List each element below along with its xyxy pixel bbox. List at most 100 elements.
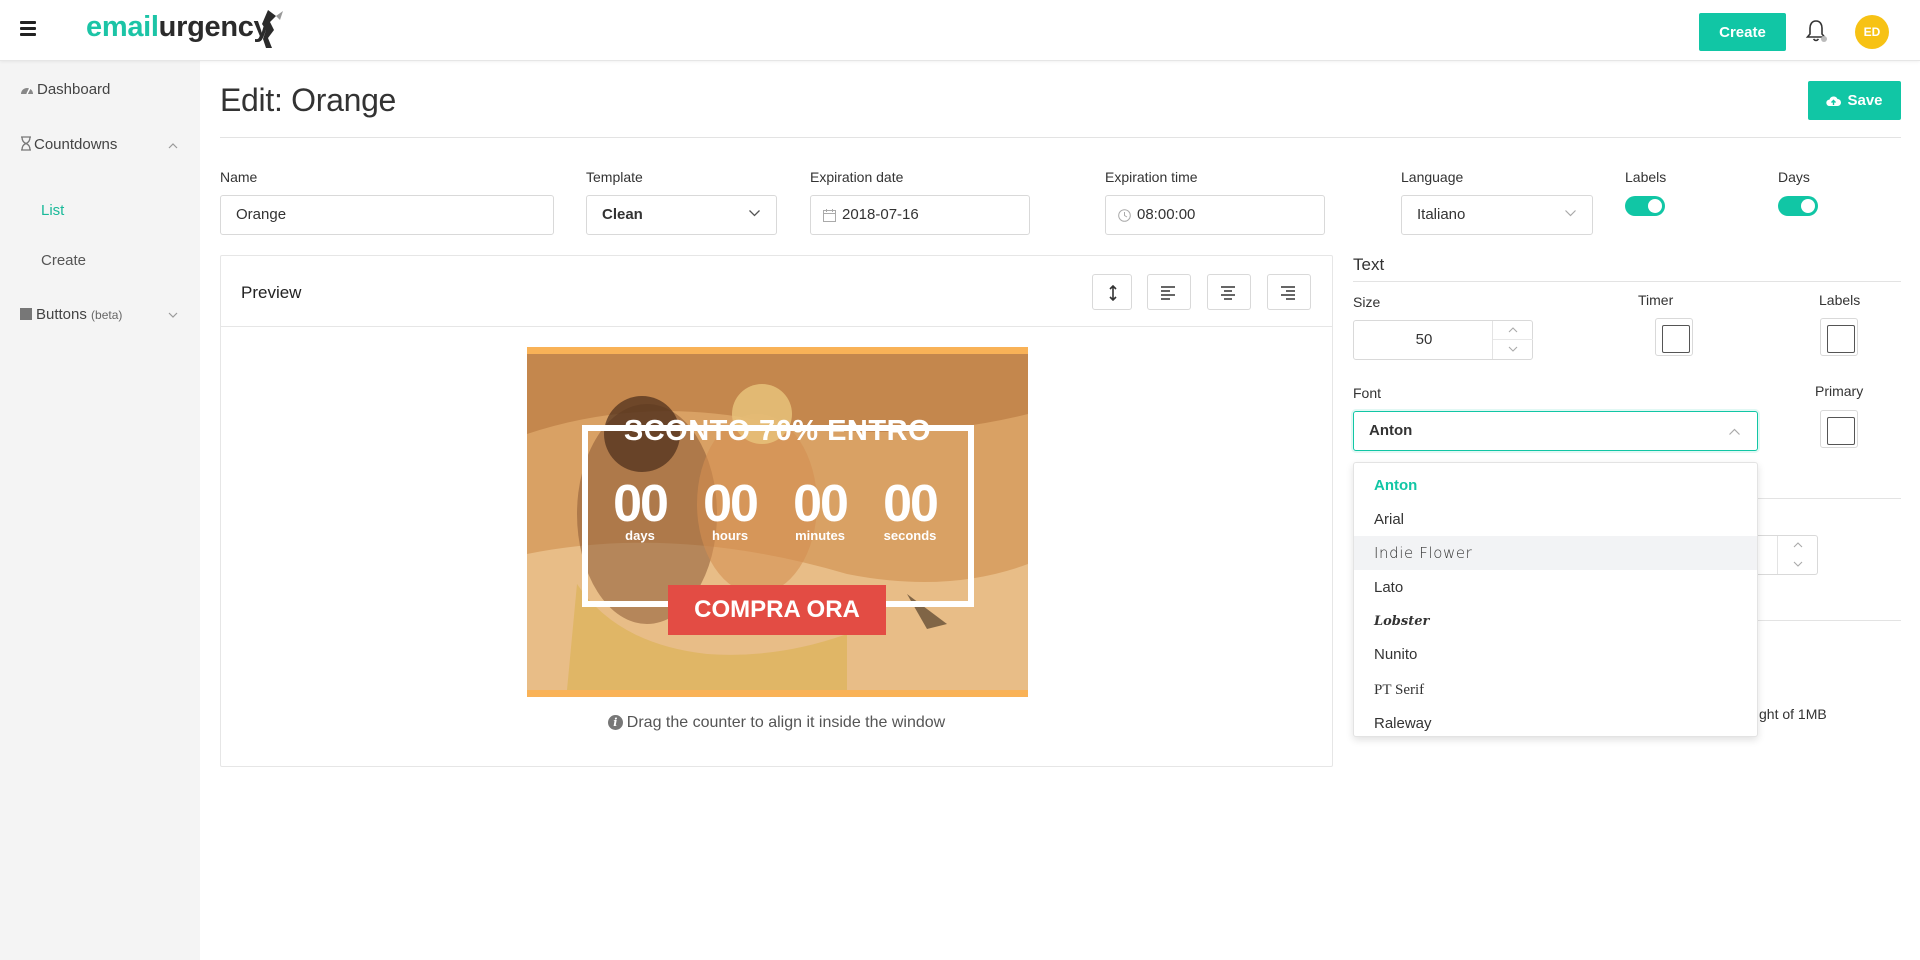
language-value: Italiano [1417, 206, 1466, 223]
sidebar-item-buttons-label: Buttons [36, 306, 87, 323]
align-center-button[interactable] [1207, 274, 1251, 310]
calendar-icon [823, 209, 836, 222]
font-select[interactable]: Anton [1353, 411, 1758, 451]
sidebar-item-dashboard[interactable]: Dashboard [20, 81, 110, 98]
dashboard-icon [21, 87, 33, 95]
days-toggle[interactable] [1778, 196, 1818, 216]
align-center-icon [1221, 286, 1235, 300]
preview-panel: Preview SCONTO 70% ENTRO 00 days 00 hour… [220, 255, 1333, 767]
expiration-date-input[interactable]: 2018-07-16 [810, 195, 1030, 235]
preview-header: Preview [221, 256, 1332, 327]
labels-toggle[interactable] [1625, 196, 1665, 216]
font-option-lato[interactable]: Lato [1354, 571, 1757, 605]
counter-days-value: 00 [613, 475, 669, 533]
font-option-pt-serif[interactable]: PT Serif [1354, 673, 1757, 707]
labels-color-label: Labels [1819, 292, 1861, 308]
upload-size-hint: ght of 1MB [1759, 706, 1827, 722]
template-label: Template [586, 169, 643, 185]
preview-title: Preview [241, 283, 302, 302]
template-value: Clean [602, 206, 643, 223]
align-right-icon [1281, 286, 1295, 300]
vertical-align-button[interactable] [1092, 274, 1132, 310]
sidebar-item-list[interactable]: List [41, 202, 64, 219]
logo-runner-icon [262, 10, 283, 48]
name-label: Name [220, 169, 258, 185]
logo-part-1: email [86, 11, 159, 43]
font-label: Font [1353, 385, 1382, 401]
align-left-button[interactable] [1147, 274, 1191, 310]
timer-color-label: Timer [1638, 292, 1674, 308]
sidebar: Dashboard Countdowns List Create Buttons… [0, 61, 200, 960]
labels-color-swatch[interactable] [1820, 318, 1858, 356]
counter-minutes-value: 00 [793, 475, 849, 533]
drag-hint: i Drag the counter to align it inside the… [221, 714, 1332, 732]
chevron-down-icon [1565, 210, 1576, 217]
promo-headline: SCONTO 70% ENTRO [623, 415, 932, 447]
font-select-value: Anton [1369, 422, 1413, 439]
counter-minutes: 00 minutes [790, 475, 850, 543]
text-section-title: Text [1353, 255, 1385, 274]
counter-minutes-label: minutes [795, 528, 845, 543]
clock-icon [1118, 209, 1131, 222]
sidebar-item-buttons[interactable]: Buttons (beta) [20, 306, 122, 323]
counter-seconds-label: seconds [883, 528, 937, 543]
expiration-time-label: Expiration time [1105, 169, 1198, 185]
chevron-down-icon[interactable] [168, 310, 178, 320]
labels-toggle-label: Labels [1625, 169, 1667, 185]
section-divider [1758, 498, 1901, 499]
chevron-up-icon[interactable] [168, 141, 178, 151]
sidebar-item-create[interactable]: Create [41, 252, 86, 269]
countdown-counter[interactable]: 00 days 00 hours 00 minutes 00 seconds [610, 475, 950, 549]
create-button[interactable]: Create [1699, 13, 1786, 51]
font-option-raleway[interactable]: Raleway [1354, 707, 1757, 736]
title-divider [220, 137, 1901, 138]
counter-hours-value: 00 [703, 475, 759, 533]
timer-color-swatch[interactable] [1655, 318, 1693, 356]
template-select[interactable]: Clean [586, 195, 777, 235]
save-button-label: Save [1847, 92, 1883, 109]
number-input-partial[interactable] [1758, 535, 1818, 575]
size-decrement[interactable] [1493, 340, 1533, 359]
info-icon: i [607, 715, 623, 730]
size-input[interactable]: 50 [1353, 320, 1533, 360]
spinner-partial [1777, 536, 1817, 574]
expiration-time-value: 08:00:00 [1137, 206, 1196, 223]
font-option-indie-flower[interactable]: Indie Flower [1354, 536, 1757, 570]
primary-color-swatch[interactable] [1820, 410, 1858, 448]
counter-seconds-value: 00 [883, 475, 939, 533]
user-avatar[interactable]: ED [1855, 15, 1889, 49]
align-right-button[interactable] [1267, 274, 1311, 310]
expiration-date-value: 2018-07-16 [842, 206, 919, 223]
counter-seconds: 00 seconds [880, 475, 940, 543]
name-input[interactable]: Orange [220, 195, 554, 235]
logo[interactable]: emailurgency [86, 11, 270, 44]
drag-hint-text: Drag the counter to align it inside the … [626, 714, 946, 731]
language-select[interactable]: Italiano [1401, 195, 1593, 235]
chevron-up-icon [1729, 428, 1740, 435]
counter-days: 00 days [610, 475, 670, 543]
countdown-preview-image[interactable]: SCONTO 70% ENTRO 00 days 00 hours 00 min… [527, 347, 1028, 697]
font-option-arial[interactable]: Arial [1354, 503, 1757, 537]
top-bar: emailurgency Create ED [0, 0, 1920, 61]
size-increment[interactable] [1493, 321, 1533, 340]
section-divider [1758, 620, 1901, 621]
align-left-icon [1161, 286, 1175, 300]
page-title: Edit: Orange [220, 82, 397, 118]
chevron-up-icon [1508, 327, 1518, 333]
primary-color-label: Primary [1815, 383, 1864, 399]
font-option-lobster[interactable]: Lobster [1354, 605, 1757, 639]
font-option-nunito[interactable]: Nunito [1354, 638, 1757, 672]
hamburger-menu-icon[interactable] [20, 21, 36, 36]
days-toggle-label: Days [1778, 169, 1810, 185]
expiration-time-input[interactable]: 08:00:00 [1105, 195, 1325, 235]
sidebar-item-countdowns-label: Countdowns [34, 136, 118, 153]
logo-part-2: urgency [158, 11, 270, 43]
notification-bell-icon[interactable] [1804, 18, 1828, 44]
sidebar-item-countdowns[interactable]: Countdowns [20, 136, 117, 153]
sidebar-item-dashboard-label: Dashboard [37, 81, 111, 98]
font-dropdown: Anton Arial Indie Flower Lato Lobster Nu… [1353, 462, 1758, 737]
save-button[interactable]: Save [1808, 81, 1901, 120]
font-option-anton[interactable]: Anton [1354, 469, 1757, 503]
size-value: 50 [1415, 331, 1433, 348]
chevron-down-icon [1793, 561, 1803, 567]
